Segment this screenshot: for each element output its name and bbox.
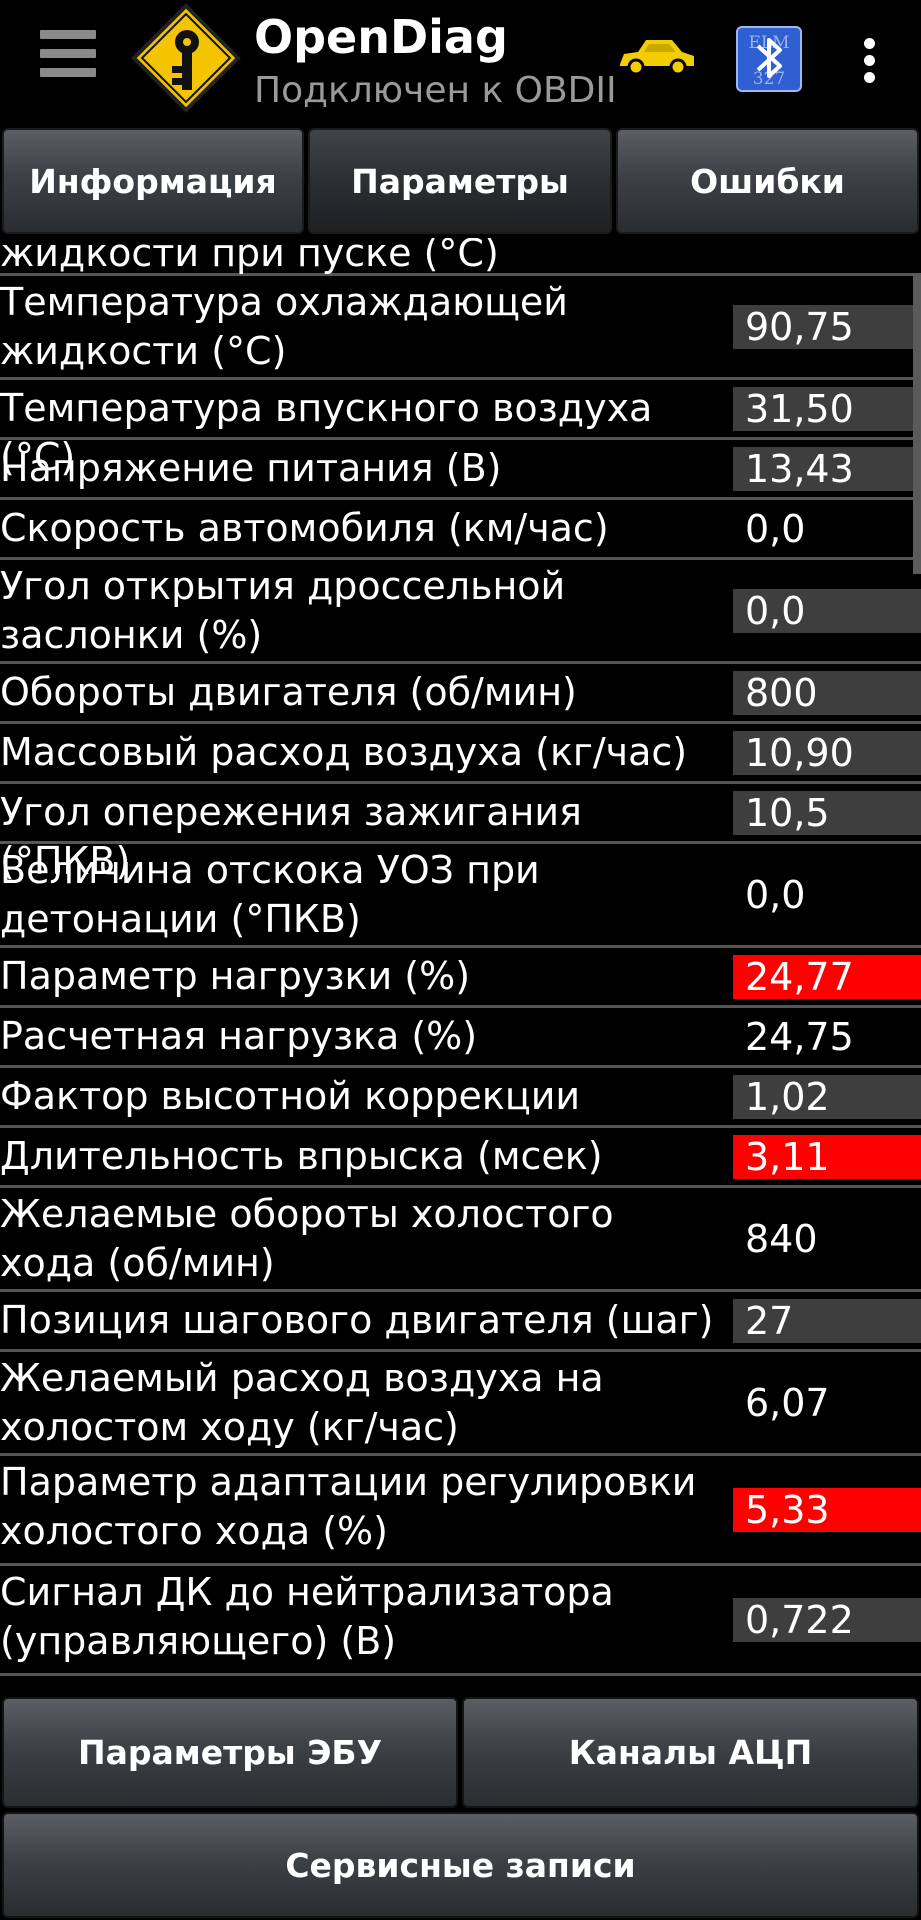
parameter-value: 10,90 [733, 731, 921, 775]
parameter-label: Температура охлаждающей жидкости (°C) [0, 280, 568, 373]
parameter-list[interactable]: Температура охлаждающей жидкости при пус… [0, 238, 921, 1690]
parameter-label: Угол открытия дроссельной заслонки (%) [0, 564, 566, 657]
parameter-label: Параметр адаптации регулировки холостого… [0, 1460, 697, 1553]
parameter-value: 0,0 [745, 873, 806, 917]
tab-parameters[interactable]: Параметры [308, 128, 612, 234]
parameter-label: Напряжение питания (В) [0, 446, 502, 490]
service-records-button[interactable]: Сервисные записи [2, 1812, 919, 1918]
overflow-menu-icon[interactable] [858, 38, 880, 84]
parameter-label: Желаемый расход воздуха на холостом ходу… [0, 1356, 604, 1449]
parameter-value: 800 [733, 671, 921, 715]
parameter-row[interactable]: Температура впускного воздуха (°C) 31,50 [0, 380, 921, 479]
parameter-value: 5,33 [733, 1488, 921, 1532]
parameter-label: Позиция шагового двигателя (шаг) [0, 1298, 714, 1342]
parameter-value: 6,07 [745, 1381, 830, 1425]
parameter-row[interactable]: Угол опережения зажигания (°ПКВ) 10,5 [0, 784, 921, 883]
car-icon[interactable] [616, 34, 698, 78]
parameter-value: 0,0 [745, 507, 806, 551]
parameter-value: 0,722 [733, 1598, 921, 1642]
parameter-row[interactable]: Массовый расход воздуха (кг/час) 10,90 [0, 724, 921, 784]
parameter-value: 1,02 [733, 1075, 921, 1119]
parameter-label: Массовый расход воздуха (кг/час) [0, 730, 688, 774]
parameter-row[interactable]: Температура охлаждающей жидкости при пус… [0, 238, 921, 276]
parameter-row[interactable]: Длительность впрыска (мсек) 3,11 [0, 1128, 921, 1188]
parameter-label: Сигнал ДК до нейтрализатора (управляющег… [0, 1570, 614, 1663]
parameter-row[interactable]: Сигнал ДК до нейтрализатора (управляющег… [0, 1566, 921, 1676]
parameter-row[interactable]: Расчетная нагрузка (%) 24,75 [0, 1008, 921, 1068]
parameter-value: 840 [745, 1217, 818, 1261]
parameter-label: Параметр нагрузки (%) [0, 954, 471, 998]
scrollbar[interactable] [913, 274, 921, 574]
parameter-label: Расчетная нагрузка (%) [0, 1014, 478, 1058]
parameter-row[interactable]: Обороты двигателя (об/мин) 800 [0, 664, 921, 724]
parameter-value: 24,75 [745, 1015, 854, 1059]
parameter-label: Длительность впрыска (мсек) [0, 1134, 603, 1178]
parameter-row[interactable]: Температура охлаждающей жидкости (°C) 90,… [0, 276, 921, 380]
parameter-value: 3,11 [733, 1135, 921, 1179]
parameter-value: 13,43 [733, 447, 921, 491]
app-title: OpenDiag [254, 10, 508, 64]
parameter-row[interactable]: Фактор высотной коррекции 1,02 [0, 1068, 921, 1128]
parameter-label: Обороты двигателя (об/мин) [0, 670, 577, 714]
app-logo-icon [130, 2, 242, 114]
parameter-row[interactable]: Параметр адаптации регулировки холостого… [0, 1456, 921, 1566]
ecu-params-button[interactable]: Параметры ЭБУ [2, 1697, 458, 1808]
tab-bar: Информация Параметры Ошибки [0, 124, 921, 238]
parameter-label: Желаемые обороты холостого хода (об/мин) [0, 1192, 614, 1285]
connection-status: Подключен к OBDII [254, 70, 617, 111]
parameter-value: 27 [733, 1299, 921, 1343]
parameter-label: Скорость автомобиля (км/час) [0, 506, 609, 550]
parameter-value: 24,77 [733, 955, 921, 999]
tab-errors[interactable]: Ошибки [616, 128, 919, 234]
adc-channels-button[interactable]: Каналы АЦП [462, 1697, 919, 1808]
bluetooth-elm327-icon[interactable]: ELM 327 [736, 26, 802, 92]
parameter-row[interactable]: Напряжение питания (В) 13,43 [0, 440, 921, 500]
parameter-row[interactable]: Угол открытия дроссельной заслонки (%) 0,… [0, 560, 921, 664]
parameter-row[interactable]: Параметр нагрузки (%) 24,77 [0, 948, 921, 1008]
parameter-row[interactable]: Желаемые обороты холостого хода (об/мин)… [0, 1188, 921, 1292]
parameter-label: Фактор высотной коррекции [0, 1074, 581, 1118]
menu-icon[interactable] [40, 30, 96, 88]
parameter-value: 0,0 [733, 589, 921, 633]
app-bar: OpenDiag Подключен к OBDII ELM 327 [0, 0, 921, 124]
parameter-value: 90,75 [733, 305, 921, 349]
parameter-value: 10,5 [733, 791, 921, 835]
parameter-row[interactable]: Желаемый расход воздуха на холостом ходу… [0, 1352, 921, 1456]
parameter-row[interactable]: Величина отскока УОЗ при детонации (°ПКВ… [0, 844, 921, 948]
parameter-row[interactable]: Скорость автомобиля (км/час) 0,0 [0, 500, 921, 560]
parameter-label: Температура охлаждающей жидкости при пус… [0, 238, 499, 275]
tab-info[interactable]: Информация [2, 128, 304, 234]
parameter-row[interactable]: Позиция шагового двигателя (шаг) 27 [0, 1292, 921, 1352]
parameter-value: 31,50 [733, 387, 921, 431]
parameter-label: Величина отскока УОЗ при детонации (°ПКВ… [0, 848, 540, 941]
